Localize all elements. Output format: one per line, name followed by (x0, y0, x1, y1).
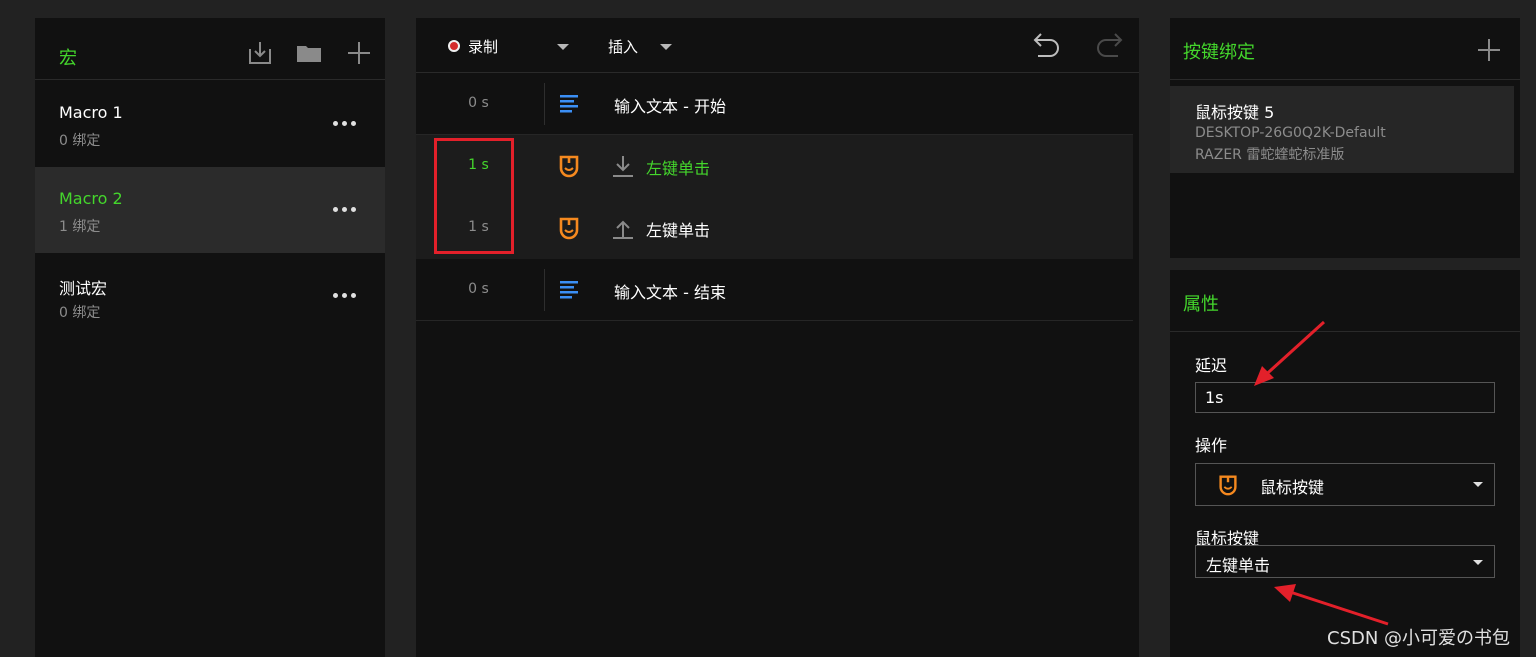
step-delay: 0 s (468, 95, 489, 111)
watermark: CSDN @小可爱の书包 (1327, 628, 1511, 649)
macro-list-panel: 宏 Macro 1 0 绑定 Macro 2 1 绑定 测试宏 0 绑定 (35, 18, 385, 657)
add-macro-icon[interactable] (346, 40, 372, 66)
key-binding-header: 按键绑定 (1170, 18, 1520, 80)
delay-input[interactable]: 1s (1195, 382, 1495, 413)
step-action: 输入文本 - 结束 (614, 283, 726, 302)
key-up-arrow-icon (613, 220, 633, 239)
macro-name: 测试宏 (59, 279, 108, 298)
record-dropdown-chevron-icon[interactable] (557, 44, 569, 50)
macro-step-row[interactable]: 0 s 输入文本 - 结束 (416, 259, 1133, 321)
insert-dropdown-chevron-icon[interactable] (660, 44, 672, 50)
action-label: 操作 (1195, 436, 1228, 455)
properties-header: 属性 (1170, 270, 1520, 332)
record-icon[interactable] (448, 40, 460, 52)
macro-binding-count: 0 绑定 (59, 133, 101, 149)
key-binding-panel: 按键绑定 鼠标按键 5 DESKTOP-26G0Q2K-Default RAZE… (1170, 18, 1520, 258)
action-select[interactable]: 鼠标按键 (1195, 463, 1495, 506)
more-options-icon[interactable] (333, 293, 357, 299)
macro-binding-count: 1 绑定 (59, 219, 101, 235)
insert-button[interactable]: 插入 (608, 36, 638, 57)
delay-label: 延迟 (1195, 356, 1228, 375)
step-delay: 0 s (468, 281, 489, 297)
macro-name: Macro 2 (59, 189, 123, 208)
macro-item[interactable]: 测试宏 0 绑定 (35, 253, 385, 339)
step-action: 左键单击 (646, 221, 711, 240)
folder-icon[interactable] (296, 40, 322, 66)
record-button[interactable]: 录制 (468, 36, 498, 57)
undo-icon[interactable] (1030, 30, 1062, 58)
more-options-icon[interactable] (333, 121, 357, 127)
macro-name: Macro 1 (59, 103, 123, 122)
macro-step-row-selected[interactable]: 1 s 左键单击 (416, 197, 1133, 259)
macro-list-header: 宏 (35, 18, 385, 80)
macro-editor-panel: 录制 插入 0 s 输入文本 - 开始 1 s 左键单击 1 s 左键单击 0 … (416, 18, 1139, 657)
divider (544, 83, 545, 125)
key-binding-title: 按键绑定 (1183, 42, 1255, 63)
add-binding-icon[interactable] (1477, 38, 1501, 62)
macro-binding-count: 0 绑定 (59, 305, 101, 321)
step-action: 左键单击 (646, 159, 711, 178)
editor-toolbar: 录制 插入 (416, 18, 1139, 73)
binding-key: 鼠标按键 5 (1195, 103, 1275, 122)
binding-device: DESKTOP-26G0Q2K-Default (1195, 125, 1386, 141)
macro-item-selected[interactable]: Macro 2 1 绑定 (35, 167, 385, 253)
mouse-button-select[interactable]: 左键单击 (1195, 545, 1495, 578)
properties-panel: 属性 延迟 1s 操作 鼠标按键 鼠标按键 左键单击 (1170, 270, 1520, 657)
step-action: 输入文本 - 开始 (614, 97, 726, 116)
divider (544, 269, 545, 311)
chevron-down-icon (1473, 560, 1483, 565)
chevron-down-icon (1473, 482, 1483, 487)
binding-model: RAZER 雷蛇蝰蛇标准版 (1195, 147, 1345, 163)
mouse-icon (559, 155, 579, 178)
text-lines-icon (560, 281, 578, 299)
redo-icon[interactable] (1094, 30, 1126, 58)
annotation-highlight-box (434, 138, 514, 254)
text-lines-icon (560, 95, 578, 113)
binding-card[interactable]: 鼠标按键 5 DESKTOP-26G0Q2K-Default RAZER 雷蛇蝰… (1170, 86, 1514, 173)
properties-title: 属性 (1183, 294, 1219, 315)
key-down-arrow-icon (613, 156, 633, 177)
macro-step-row[interactable]: 0 s 输入文本 - 开始 (416, 73, 1133, 135)
mouse-icon (559, 217, 579, 240)
mouse-button-value: 左键单击 (1206, 556, 1271, 575)
mouse-icon (1219, 475, 1237, 496)
macro-list-title: 宏 (59, 48, 77, 69)
delay-value: 1s (1205, 388, 1224, 407)
import-icon[interactable] (247, 40, 273, 66)
macro-step-row-selected[interactable]: 1 s 左键单击 (416, 135, 1133, 197)
macro-item[interactable]: Macro 1 0 绑定 (35, 81, 385, 167)
more-options-icon[interactable] (333, 207, 357, 213)
action-value: 鼠标按键 (1260, 478, 1325, 497)
